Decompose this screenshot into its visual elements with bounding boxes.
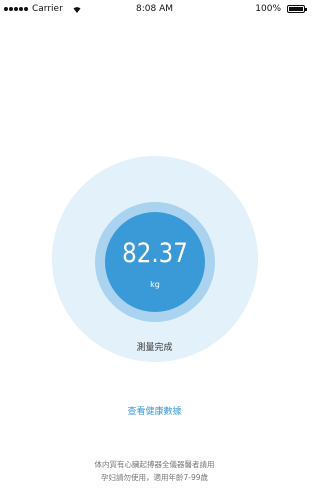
weight-unit: kg [150,280,160,289]
view-health-data-link[interactable]: 查看健康數據 [0,404,309,417]
disclaimer-line-2: 孕妇請勿使用，適用年齡7-99歲 [100,473,209,482]
disclaimer-line-1: 体内質有心臟起搏器全儀器醫者請用 [94,460,215,469]
battery-icon [287,5,307,13]
measurement-status: 測量完成 [136,343,173,353]
battery-percentage: 100% [255,4,281,14]
status-bar: Carrier 8:08 AM 100% [0,0,309,18]
weight-value: 82.37 [122,238,188,269]
disclaimer: 体内質有心臟起搏器全儀器醫者請用 孕妇請勿使用，適用年齡7-99歲 [40,458,269,484]
